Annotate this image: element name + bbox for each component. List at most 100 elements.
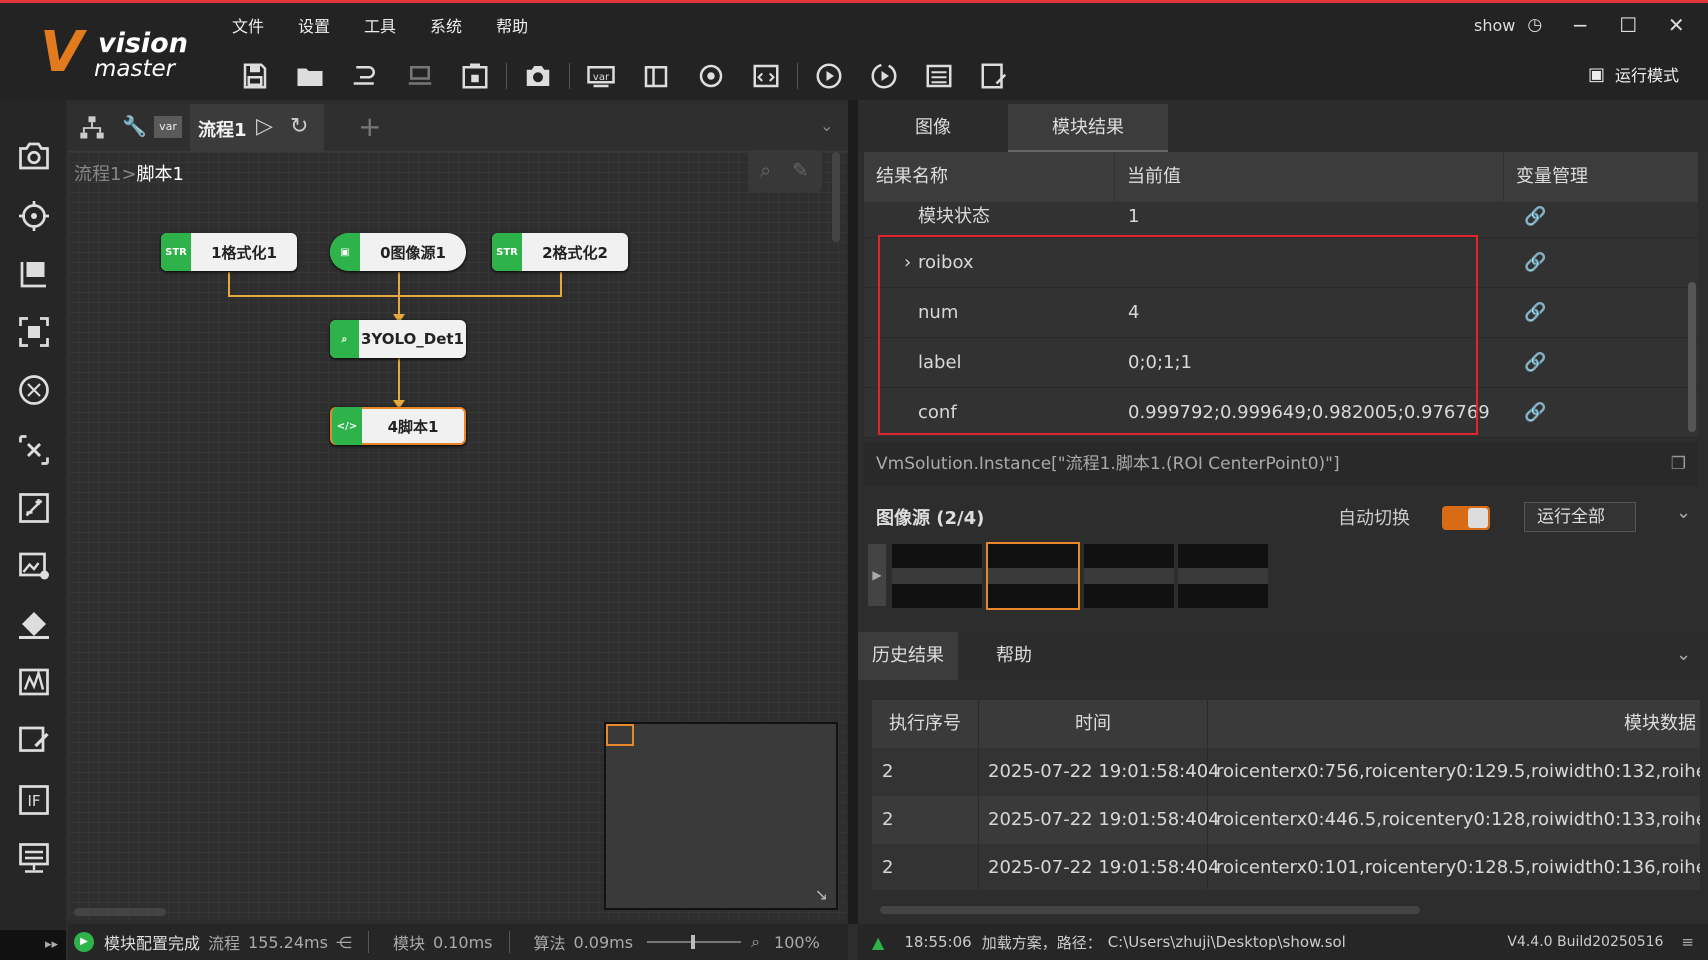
header-time: 时间 <box>979 700 1207 748</box>
window-controls: show ◷ − ☐ ✕ <box>1474 10 1700 40</box>
node-image-source[interactable]: ▣ 0图像源1 <box>330 233 466 271</box>
variable-path: VmSolution.Instance["流程1.脚本1.(ROI Center… <box>876 454 1340 474</box>
status-message: 模块配置完成 <box>104 934 201 953</box>
highlight-box <box>878 235 1478 435</box>
image-source-title: 图像源 (2/4) <box>876 508 985 529</box>
close-icon[interactable]: ✕ <box>1652 13 1700 37</box>
tab-image[interactable]: 图像 <box>858 104 1008 152</box>
link-icon[interactable]: 🔗 <box>1524 288 1546 338</box>
node-image-source-label: 0图像源1 <box>380 243 446 262</box>
auto-switch-toggle[interactable] <box>1442 506 1490 530</box>
flow-connectors <box>228 272 562 409</box>
format-node-icon: STR <box>492 233 522 271</box>
calculation-icon[interactable] <box>14 488 54 528</box>
status-bar-right: ▲ 18:55:06 加载方案，路径： C:\Users\zhuji\Deskt… <box>858 924 1708 960</box>
row-seq: 2 <box>882 857 894 878</box>
zoom-search-icon[interactable]: ⌕ <box>751 932 760 952</box>
image-thumbnail[interactable] <box>1178 544 1268 608</box>
row-data: roicenterx0:446.5,roicentery0:128,roiwid… <box>1216 809 1700 830</box>
history-table: 执行序号 时间 模块数据 2 2025-07-22 19:01:58:404 r… <box>872 700 1700 890</box>
tab-module-result[interactable]: 模块结果 <box>1008 104 1168 152</box>
result-v-scrollbar[interactable] <box>1688 282 1696 432</box>
link-icon[interactable]: 🔗 <box>1524 202 1546 232</box>
image-process-icon[interactable] <box>14 546 54 586</box>
image-thumbnail-selected[interactable] <box>986 542 1080 610</box>
node-script-label: 4脚本1 <box>387 417 439 436</box>
sidebar-expand-button[interactable]: ▸▸ <box>0 930 66 960</box>
flow-time-label: 流程 <box>208 934 241 953</box>
row-time: 2025-07-22 19:01:58:404 <box>988 857 1220 878</box>
collapse-chevron-icon[interactable]: ⌄ <box>1676 502 1691 523</box>
run-mode-label: 运行模式 <box>1615 66 1680 85</box>
history-h-scrollbar[interactable] <box>880 906 1420 914</box>
script-node-icon: </> <box>332 407 362 445</box>
node-format2-label: 2格式化2 <box>542 243 608 262</box>
link-icon[interactable]: 🔗 <box>1524 388 1546 438</box>
table-row[interactable]: 模块状态 1 🔗 <box>864 202 1698 238</box>
row-seq: 2 <box>882 809 894 830</box>
table-row[interactable]: 2 2025-07-22 19:01:58:404 roicenterx0:75… <box>872 748 1700 796</box>
time-detail-icon[interactable]: ⋲ <box>336 933 352 952</box>
image-edit-icon[interactable] <box>14 720 54 760</box>
status-divider <box>367 931 369 953</box>
user-name: show <box>1474 15 1516 35</box>
run-loop-icon[interactable] <box>867 59 901 93</box>
thumbnail-prev-icon[interactable]: ▶ <box>868 544 886 606</box>
header-result-name: 结果名称 <box>864 152 1114 202</box>
status-bar-left: ▶ 模块配置完成 流程 155.24ms ⋲ 模块 0.10ms 算法 0.09… <box>68 924 848 960</box>
tab-help[interactable]: 帮助 <box>958 632 1070 680</box>
node-format1[interactable]: STR 1格式化1 <box>161 233 297 271</box>
solution-path: C:\Users\zhuji\Desktop\show.sol <box>1107 933 1346 951</box>
module-time-label: 模块 <box>392 934 425 953</box>
node-script[interactable]: </> 4脚本1 <box>330 407 466 445</box>
row-time: 2025-07-22 19:01:58:404 <box>988 761 1220 782</box>
table-row[interactable]: 2 2025-07-22 19:01:58:404 roicenterx0:10… <box>872 844 1700 892</box>
link-icon[interactable]: 🔗 <box>1524 338 1546 388</box>
node-yolo-det-label: 3YOLO_Det1 <box>360 330 464 348</box>
minimap[interactable]: ↘ <box>604 722 838 910</box>
minimap-viewport[interactable] <box>606 724 634 746</box>
collapse-chevron-icon[interactable]: ⌄ <box>1676 644 1691 665</box>
menu-lines-icon[interactable]: ≡ <box>1681 933 1694 951</box>
svg-text:IF: IF <box>27 792 40 810</box>
result-tab-bar: 图像 模块结果 <box>858 104 1708 152</box>
logic-if-icon[interactable]: IF <box>14 780 54 820</box>
image-node-icon: ▣ <box>330 233 360 271</box>
clock-icon[interactable]: ◷ <box>1527 15 1542 35</box>
copy-icon[interactable]: ❐ <box>1671 442 1686 486</box>
table-row[interactable]: 2 2025-07-22 19:01:58:404 roicenterx0:44… <box>872 796 1700 844</box>
zoom-slider[interactable] <box>647 935 742 949</box>
communication-tool-icon[interactable] <box>14 838 54 878</box>
variable-path-bar[interactable]: VmSolution.Instance["流程1.脚本1.(ROI Center… <box>864 442 1698 486</box>
edit-form-icon[interactable] <box>977 59 1011 93</box>
column-divider <box>1207 700 1208 890</box>
image-thumbnail[interactable] <box>892 544 982 608</box>
settings-list-icon[interactable] <box>922 59 956 93</box>
row-time: 2025-07-22 19:01:58:404 <box>988 809 1220 830</box>
image-thumbnail[interactable] <box>1084 544 1174 608</box>
header-seq: 执行序号 <box>872 700 978 748</box>
algo-time-label: 算法 <box>533 934 566 953</box>
run-all-button[interactable]: 运行全部 <box>1524 502 1636 532</box>
resize-corner-icon[interactable]: ↘ <box>815 885 828 904</box>
node-format2[interactable]: STR 2格式化2 <box>492 233 628 271</box>
result-value: 1 <box>1128 206 1140 227</box>
status-message: 加载方案，路径： <box>981 933 1102 952</box>
canvas-h-scrollbar[interactable] <box>74 908 166 916</box>
defect-detection-icon[interactable] <box>14 662 54 702</box>
header-module-data: 模块数据 <box>1208 700 1700 748</box>
detect-node-icon: ⌕ <box>330 320 359 358</box>
warning-icon[interactable]: ▲ <box>872 933 884 952</box>
panel-splitter[interactable] <box>848 100 858 924</box>
color-process-icon[interactable] <box>14 604 54 644</box>
row-data: roicenterx0:101,roicentery0:128.5,roiwid… <box>1216 857 1700 878</box>
node-yolo-det[interactable]: ⌕ 3YOLO_Det1 <box>330 320 466 358</box>
link-icon[interactable]: 🔗 <box>1524 238 1546 288</box>
module-time-value: 0.10ms <box>432 932 493 952</box>
minimize-icon[interactable]: − <box>1556 13 1604 37</box>
tab-history[interactable]: 历史结果 <box>858 632 958 680</box>
version-label: V4.4.0 Build20250516 <box>1507 934 1664 950</box>
run-mode-button[interactable]: ▣ 运行模式 <box>1588 62 1679 86</box>
header-variable-manage: 变量管理 <box>1504 152 1698 202</box>
maximize-icon[interactable]: ☐ <box>1604 13 1652 37</box>
